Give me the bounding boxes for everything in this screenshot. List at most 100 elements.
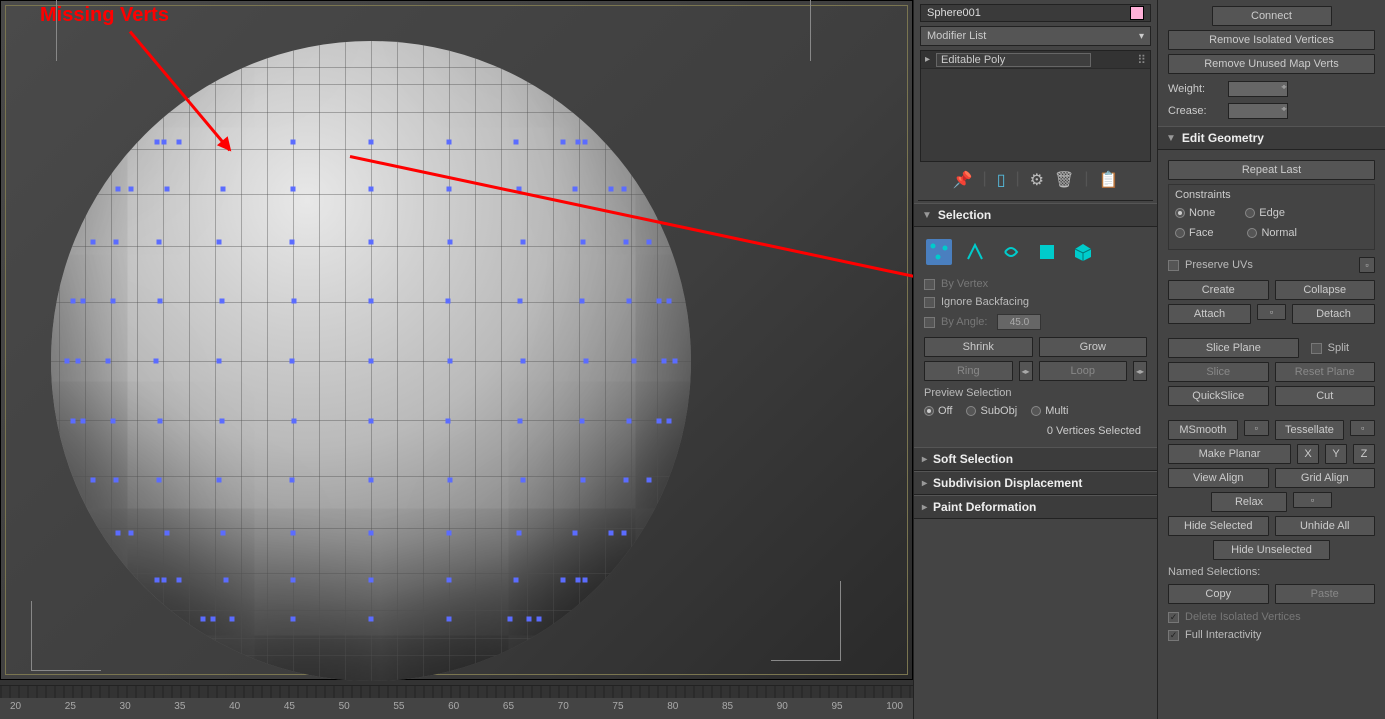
- planar-z-button[interactable]: Z: [1353, 444, 1375, 464]
- view-align-button[interactable]: View Align: [1168, 468, 1269, 488]
- chevron-right-icon: ▸: [922, 454, 927, 465]
- split-checkbox[interactable]: Split: [1305, 338, 1375, 358]
- rollout-selection-body: By Vertex Ignore Backfacing By Angle: Sh…: [914, 227, 1157, 447]
- attach-settings-button[interactable]: ▫: [1257, 304, 1286, 320]
- constraint-normal-radio[interactable]: Normal: [1247, 227, 1296, 239]
- slice-button: Slice: [1168, 362, 1269, 382]
- full-interactivity-checkbox[interactable]: Full Interactivity: [1168, 626, 1375, 644]
- by-angle-field: [997, 314, 1041, 330]
- make-planar-button[interactable]: Make Planar: [1168, 444, 1291, 464]
- crease-label: Crease:: [1168, 105, 1220, 117]
- shrink-button[interactable]: Shrink: [924, 337, 1033, 357]
- by-vertex-checkbox: By Vertex: [924, 275, 1147, 293]
- chevron-right-icon: ▸: [922, 502, 927, 513]
- grid-align-button[interactable]: Grid Align: [1275, 468, 1376, 488]
- planar-x-button[interactable]: X: [1297, 444, 1319, 464]
- quickslice-button[interactable]: QuickSlice: [1168, 386, 1269, 406]
- preview-selection-label: Preview Selection: [924, 385, 1147, 401]
- preview-selection-radios: Off SubObj Multi: [924, 401, 1147, 421]
- modify-panel: Sphere001 Modifier List ▸ Editable Poly …: [913, 0, 1157, 719]
- relax-button[interactable]: Relax: [1211, 492, 1287, 512]
- modifier-stack[interactable]: ▸ Editable Poly ⠿: [920, 50, 1151, 162]
- loop-button: Loop: [1039, 361, 1128, 381]
- remove-unused-map-verts-button[interactable]: Remove Unused Map Verts: [1168, 54, 1375, 74]
- connect-button[interactable]: Connect: [1212, 6, 1332, 26]
- slice-plane-button[interactable]: Slice Plane: [1168, 338, 1299, 358]
- hide-selected-button[interactable]: Hide Selected: [1168, 516, 1269, 536]
- cut-button[interactable]: Cut: [1275, 386, 1376, 406]
- chevron-down-icon: ▼: [922, 210, 932, 221]
- object-name-field[interactable]: Sphere001: [920, 4, 1151, 22]
- constraints-label: Constraints: [1175, 189, 1368, 201]
- subobj-polygon[interactable]: [1034, 239, 1060, 265]
- detach-button[interactable]: Detach: [1292, 304, 1375, 324]
- expand-icon[interactable]: ▸: [925, 54, 930, 65]
- object-color-swatch[interactable]: [1130, 6, 1144, 20]
- collapse-button[interactable]: Collapse: [1275, 280, 1376, 300]
- reset-plane-button: Reset Plane: [1275, 362, 1376, 382]
- subobj-element[interactable]: [1070, 239, 1096, 265]
- preview-off-radio[interactable]: Off: [924, 405, 952, 417]
- modifier-name: Editable Poly: [936, 53, 1091, 67]
- weight-label: Weight:: [1168, 83, 1220, 95]
- annotation-missing-verts: Missing Verts: [40, 4, 169, 27]
- remove-isolated-vertices-button[interactable]: Remove Isolated Vertices: [1168, 30, 1375, 50]
- msmooth-button[interactable]: MSmooth: [1168, 420, 1238, 440]
- viewport[interactable]: [0, 0, 913, 680]
- hide-unselected-button[interactable]: Hide Unselected: [1213, 540, 1331, 560]
- rollout-subdiv-displacement-header[interactable]: ▸Subdivision Displacement: [914, 471, 1157, 495]
- tessellate-settings-button[interactable]: ▫: [1350, 420, 1375, 436]
- delete-isolated-vertices-checkbox: Delete Isolated Vertices: [1168, 608, 1375, 626]
- selection-bracket: [771, 581, 841, 661]
- constraints-group: Constraints None Edge Face Normal: [1168, 184, 1375, 250]
- ignore-backfacing-checkbox[interactable]: Ignore Backfacing: [924, 293, 1147, 311]
- make-unique-icon[interactable]: ⚙: [1030, 170, 1044, 190]
- rollout-soft-selection-header[interactable]: ▸Soft Selection: [914, 447, 1157, 471]
- preserve-uvs-checkbox[interactable]: Preserve UVs▫: [1168, 254, 1375, 276]
- ring-spinner: ◂▸: [1019, 361, 1033, 381]
- delete-modifier-icon[interactable]: 🗑: [1054, 170, 1074, 190]
- object-name-text: Sphere001: [927, 7, 981, 19]
- preview-subobj-radio[interactable]: SubObj: [966, 405, 1017, 417]
- show-result-icon[interactable]: ▯: [997, 170, 1006, 190]
- subobj-edge[interactable]: [962, 239, 988, 265]
- attach-button[interactable]: Attach: [1168, 304, 1251, 324]
- timeline-track[interactable]: [0, 686, 913, 698]
- rollout-paint-deformation-header[interactable]: ▸Paint Deformation: [914, 495, 1157, 519]
- timeline-ticks: 20253035404550556065707580859095100: [10, 701, 903, 715]
- preview-multi-radio[interactable]: Multi: [1031, 405, 1068, 417]
- edit-geometry-panel: Connect Remove Isolated Vertices Remove …: [1157, 0, 1385, 719]
- constraint-face-radio[interactable]: Face: [1175, 227, 1213, 239]
- rollout-edit-geometry-header[interactable]: ▼Edit Geometry: [1158, 126, 1385, 150]
- repeat-last-button[interactable]: Repeat Last: [1168, 160, 1375, 180]
- copy-named-sel-button[interactable]: Copy: [1168, 584, 1269, 604]
- timeline[interactable]: 20253035404550556065707580859095100: [0, 685, 913, 719]
- msmooth-settings-button[interactable]: ▫: [1244, 420, 1269, 436]
- chevron-down-icon: ▼: [1166, 133, 1176, 144]
- tessellate-button[interactable]: Tessellate: [1275, 420, 1345, 440]
- loop-spinner: ◂▸: [1133, 361, 1147, 381]
- grow-button[interactable]: Grow: [1039, 337, 1148, 357]
- named-selections-label: Named Selections:: [1168, 564, 1375, 580]
- subobject-selector: [924, 233, 1147, 275]
- modifier-stack-toolbar: 📌 | ▯ | ⚙ 🗑 | 📋: [914, 162, 1157, 198]
- rollout-selection-header[interactable]: ▼Selection: [914, 203, 1157, 227]
- stack-options-icon[interactable]: ⠿: [1137, 53, 1146, 67]
- relax-settings-button[interactable]: ▫: [1293, 492, 1332, 508]
- preserve-uvs-settings-button[interactable]: ▫: [1359, 257, 1375, 273]
- configure-sets-icon[interactable]: 📋: [1098, 170, 1118, 190]
- constraint-none-radio[interactable]: None: [1175, 207, 1215, 219]
- modifier-list-dropdown[interactable]: Modifier List: [920, 26, 1151, 46]
- constraint-edge-radio[interactable]: Edge: [1245, 207, 1285, 219]
- create-button[interactable]: Create: [1168, 280, 1269, 300]
- subobj-vertex[interactable]: [926, 239, 952, 265]
- modifier-stack-item[interactable]: ▸ Editable Poly ⠿: [921, 51, 1150, 69]
- subobj-border[interactable]: [998, 239, 1024, 265]
- unhide-all-button[interactable]: Unhide All: [1275, 516, 1376, 536]
- pin-stack-icon[interactable]: 📌: [953, 170, 973, 190]
- planar-y-button[interactable]: Y: [1325, 444, 1347, 464]
- chevron-right-icon: ▸: [922, 478, 927, 489]
- sphere-object[interactable]: [51, 41, 691, 681]
- crease-field[interactable]: [1228, 103, 1288, 119]
- weight-field[interactable]: [1228, 81, 1288, 97]
